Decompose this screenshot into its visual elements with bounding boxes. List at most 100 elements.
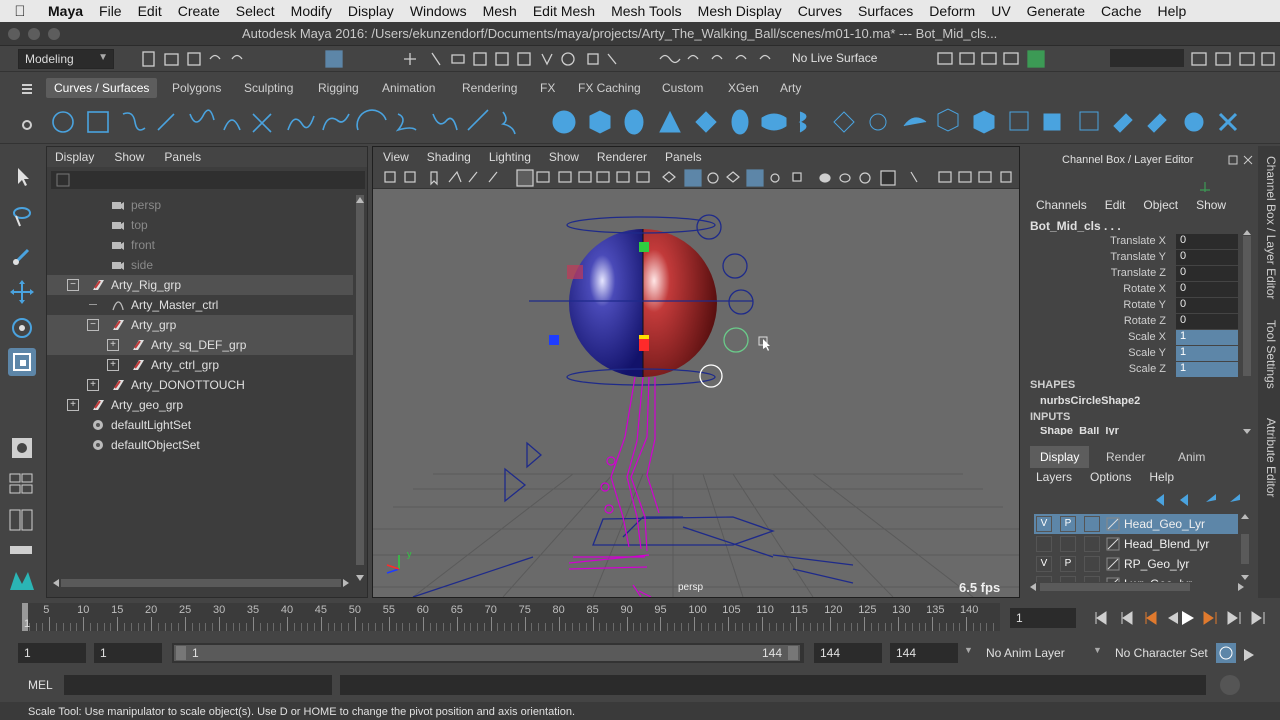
layout-outliner-button[interactable] <box>8 544 36 556</box>
channel-rotate-x[interactable]: Rotate X 0 <box>1026 282 1244 298</box>
menu-curves[interactable]: Curves <box>790 3 850 19</box>
zoom-window-button[interactable] <box>48 28 60 40</box>
range-end-grip[interactable] <box>788 646 798 660</box>
channel-scale-x[interactable]: Scale X 1 <box>1026 330 1244 346</box>
layer-hscrollbar[interactable] <box>1028 582 1246 592</box>
layer-visibility-toggle[interactable] <box>1036 536 1052 552</box>
outliner-menu-show[interactable]: Show <box>106 150 156 164</box>
close-window-button[interactable] <box>8 28 20 40</box>
viewport-panel[interactable]: View Shading Lighting Show Renderer Panels <box>372 146 1020 598</box>
viewport-menu-panels[interactable]: Panels <box>655 150 710 164</box>
outliner-filter-field[interactable] <box>51 171 365 189</box>
channel-scale-y[interactable]: Scale Y 1 <box>1026 346 1244 362</box>
shelf-menu-icon[interactable] <box>20 82 34 96</box>
menu-mesh[interactable]: Mesh <box>475 3 525 19</box>
minimize-window-button[interactable] <box>28 28 40 40</box>
playback-controls[interactable] <box>1086 608 1276 628</box>
layer-tab-anim[interactable]: Anim <box>1168 446 1215 468</box>
layer-color-swatch[interactable] <box>1084 516 1100 532</box>
outliner-row-defaultlightset[interactable]: defaultLightSet <box>47 415 353 435</box>
layer-row-head-geo-lyr[interactable]: V P Head_Geo_Lyr <box>1034 514 1238 534</box>
outliner-row-defaultobjectset[interactable]: defaultObjectSet <box>47 435 353 455</box>
sidebar-toggle-icons[interactable] <box>1188 50 1278 68</box>
shelf-tab-fx[interactable]: FX <box>532 78 563 98</box>
collapse-icon[interactable]: − <box>67 279 79 291</box>
menu-uv[interactable]: UV <box>983 3 1018 19</box>
expand-icon[interactable]: + <box>107 359 119 371</box>
layer-playback-toggle[interactable] <box>1060 536 1076 552</box>
anim-layer-dropdown[interactable]: No Anim Layer <box>986 646 1065 660</box>
shelf-tab-arty[interactable]: Arty <box>772 78 809 98</box>
render-icons[interactable] <box>930 50 1050 68</box>
panel-float-icons[interactable] <box>1228 154 1254 166</box>
menu-select[interactable]: Select <box>228 3 283 19</box>
channel-menu-show[interactable]: Show <box>1186 198 1234 216</box>
outliner-row-arty-grp[interactable]: − Arty_grp <box>47 315 353 335</box>
quick-select-field[interactable] <box>1110 49 1184 67</box>
end-time-field[interactable]: 144 <box>814 643 882 663</box>
outliner-hscrollbar[interactable] <box>51 577 351 589</box>
channel-value-field[interactable]: 0 <box>1176 298 1238 313</box>
menu-display[interactable]: Display <box>340 3 402 19</box>
script-editor-icon[interactable] <box>1210 675 1250 695</box>
layer-menu-help[interactable]: Help <box>1139 470 1182 488</box>
command-input[interactable] <box>64 675 332 695</box>
channel-translate-z[interactable]: Translate Z 0 <box>1026 266 1244 282</box>
channel-value-field[interactable]: 1 <box>1176 362 1238 377</box>
move-tool-button[interactable] <box>8 278 36 306</box>
menu-help[interactable]: Help <box>1150 3 1195 19</box>
menu-create[interactable]: Create <box>170 3 228 19</box>
outliner-row-arty-rig-grp[interactable]: − Arty_Rig_grp <box>47 275 353 295</box>
input-node[interactable]: Shape_Ball_lyr <box>1040 427 1119 435</box>
menu-generate[interactable]: Generate <box>1019 3 1093 19</box>
layer-playback-toggle[interactable]: P <box>1060 556 1076 572</box>
channel-rotate-y[interactable]: Rotate Y 0 <box>1026 298 1244 314</box>
outliner-row-front[interactable]: front <box>47 235 353 255</box>
script-language-label[interactable]: MEL <box>28 678 53 692</box>
channel-menu-object[interactable]: Object <box>1133 198 1186 216</box>
channel-value-field[interactable]: 0 <box>1176 314 1238 329</box>
shelf-tab-sculpting[interactable]: Sculpting <box>236 78 301 98</box>
channel-scale-z[interactable]: Scale Z 1 <box>1026 362 1244 378</box>
viewport-menu-show[interactable]: Show <box>539 150 587 164</box>
current-frame-field[interactable]: 1 <box>1010 608 1076 628</box>
layer-tool-icons[interactable] <box>1154 492 1244 508</box>
viewport-scene[interactable]: y <box>373 189 1019 597</box>
expand-icon[interactable]: + <box>87 379 99 391</box>
channel-rotate-z[interactable]: Rotate Z 0 <box>1026 314 1244 330</box>
outliner-row-arty-geo-grp[interactable]: + Arty_geo_grp <box>47 395 353 415</box>
menu-app[interactable]: Maya <box>40 3 91 19</box>
shelf-tool-icons[interactable] <box>48 104 1268 140</box>
shelf-tab-polygons[interactable]: Polygons <box>164 78 229 98</box>
menu-mesh-tools[interactable]: Mesh Tools <box>603 3 690 19</box>
menu-mesh-display[interactable]: Mesh Display <box>690 3 790 19</box>
collapse-icon[interactable]: − <box>87 319 99 331</box>
auto-key-icons[interactable] <box>1214 641 1276 665</box>
menuset-dropdown[interactable]: Modeling ▼ <box>18 49 114 69</box>
viewport-toolbar-icons[interactable] <box>373 167 1019 189</box>
side-tab-tool-settings[interactable]: Tool Settings <box>1260 320 1278 389</box>
channel-translate-x[interactable]: Translate X 0 <box>1026 234 1244 250</box>
menu-modify[interactable]: Modify <box>283 3 340 19</box>
shelf-gear-icon[interactable] <box>20 118 34 132</box>
side-tab-channel-box-layer-editor[interactable]: Channel Box / Layer Editor <box>1260 156 1278 299</box>
shelf-tab-custom[interactable]: Custom <box>654 78 711 98</box>
outliner-row-arty-donottouch[interactable]: + Arty_DONOTTOUCH <box>47 375 353 395</box>
outliner-menu-panels[interactable]: Panels <box>156 150 213 164</box>
anim-start-field[interactable]: 1 <box>94 643 162 663</box>
expand-icon[interactable]: + <box>107 339 119 351</box>
shelf-tab-rigging[interactable]: Rigging <box>310 78 367 98</box>
layer-playback-toggle[interactable]: P <box>1060 516 1076 532</box>
channel-value-field[interactable]: 1 <box>1176 330 1238 345</box>
side-tab-attribute-editor[interactable]: Attribute Editor <box>1260 418 1278 497</box>
anim-end-field[interactable]: 144 <box>890 643 958 663</box>
channel-box-scrollbar[interactable] <box>1242 230 1252 434</box>
chevron-down-icon[interactable]: ▼ <box>964 645 973 655</box>
shelf-tab-animation[interactable]: Animation <box>374 78 443 98</box>
channel-value-field[interactable]: 0 <box>1176 266 1238 281</box>
layout-single-button[interactable] <box>8 434 36 462</box>
layer-tab-render[interactable]: Render <box>1096 446 1155 468</box>
menu-windows[interactable]: Windows <box>402 3 475 19</box>
shelf-tab-rendering[interactable]: Rendering <box>454 78 525 98</box>
viewport-menu-lighting[interactable]: Lighting <box>479 150 539 164</box>
